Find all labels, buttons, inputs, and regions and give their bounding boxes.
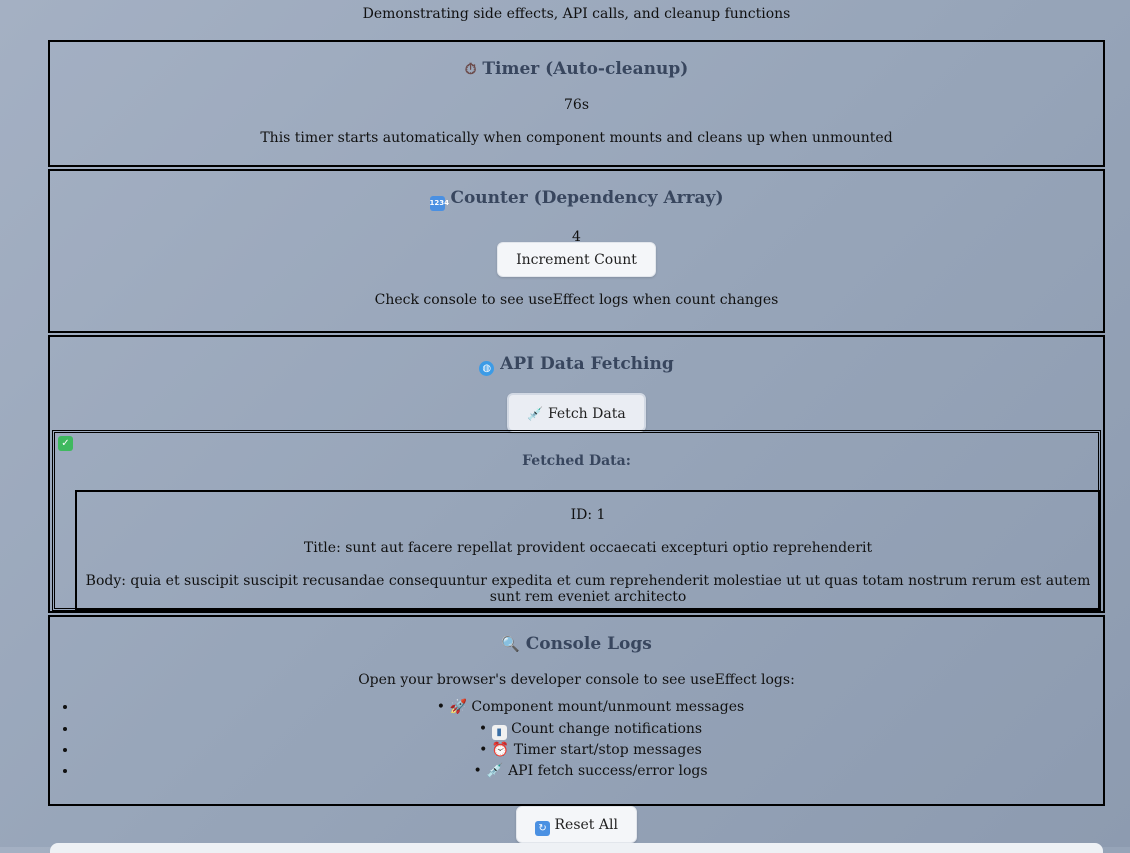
console-heading: 🔍 Console Logs (50, 634, 1103, 654)
api-panel: ◍ API Data Fetching 💉 Fetch Data ✓ Fetch… (48, 335, 1105, 613)
refresh-icon: ↻ (535, 821, 551, 836)
reset-all-button[interactable]: ↻ Reset All (516, 806, 637, 843)
fetched-data-title: Fetched Data: (522, 453, 631, 469)
timer-heading: ⏱ Timer (Auto-cleanup) (50, 59, 1103, 79)
numbers-icon: 1234 (429, 196, 449, 211)
rocket-icon: 🚀 (449, 699, 467, 715)
subtitle: Demonstrating side effects, API calls, a… (362, 6, 791, 22)
fetch-data-label: Fetch Data (547, 406, 626, 422)
list-item: • 💉 API fetch success/error logs (78, 763, 1103, 785)
api-heading: ◍ API Data Fetching (50, 354, 1103, 376)
chart-icon: ▮ (491, 725, 507, 740)
reset-all-label: Reset All (554, 817, 618, 833)
syringe-icon: 💉 (527, 407, 544, 422)
next-card-edge (50, 843, 1103, 853)
list-item: • ⏰ Timer start/stop messages (78, 742, 1103, 763)
list-item: • ▮ Count change notifications (78, 721, 1103, 742)
counter-panel: 1234 Counter (Dependency Array) 4 Increm… (48, 169, 1105, 333)
timer-panel: ⏱ Timer (Auto-cleanup) 76s This timer st… (48, 40, 1105, 167)
counter-description: Check console to see useEffect logs when… (374, 292, 779, 308)
increment-count-button[interactable]: Increment Count (497, 242, 656, 277)
timer-description: This timer starts automatically when com… (260, 130, 893, 146)
counter-title: Counter (Dependency Array) (450, 188, 724, 208)
fetched-title: Title: sunt aut facere repellat providen… (303, 540, 873, 556)
console-panel: 🔍 Console Logs Open your browser's devel… (48, 615, 1105, 806)
magnifier-icon: 🔍 (501, 635, 520, 653)
timer-value: 76s (564, 97, 589, 113)
fetched-data-box: ✓ Fetched Data: ID: 1 Title: sunt aut fa… (52, 430, 1101, 611)
stopwatch-icon: ⏱ (464, 60, 477, 78)
check-icon: ✓ (58, 436, 73, 451)
counter-heading: 1234 Counter (Dependency Array) (50, 188, 1103, 211)
console-title: Console Logs (525, 634, 652, 654)
syringe-icon: 💉 (486, 763, 504, 779)
fetched-id: ID: 1 (570, 507, 606, 523)
fetched-body: Body: quia et suscipit suscipit recusand… (85, 573, 1091, 605)
fetch-data-button[interactable]: 💉 Fetch Data (507, 393, 646, 432)
console-intro: Open your browser's developer console to… (358, 672, 795, 688)
list-item: • 🚀 Component mount/unmount messages (78, 699, 1103, 721)
timer-title: Timer (Auto-cleanup) (482, 59, 689, 79)
console-log-list: • 🚀 Component mount/unmount messages • ▮… (50, 699, 1103, 785)
globe-icon: ◍ (479, 361, 495, 376)
api-title: API Data Fetching (500, 354, 674, 374)
fetched-data-content: ID: 1 Title: sunt aut facere repellat pr… (75, 490, 1101, 610)
alarm-clock-icon: ⏰ (491, 742, 510, 758)
